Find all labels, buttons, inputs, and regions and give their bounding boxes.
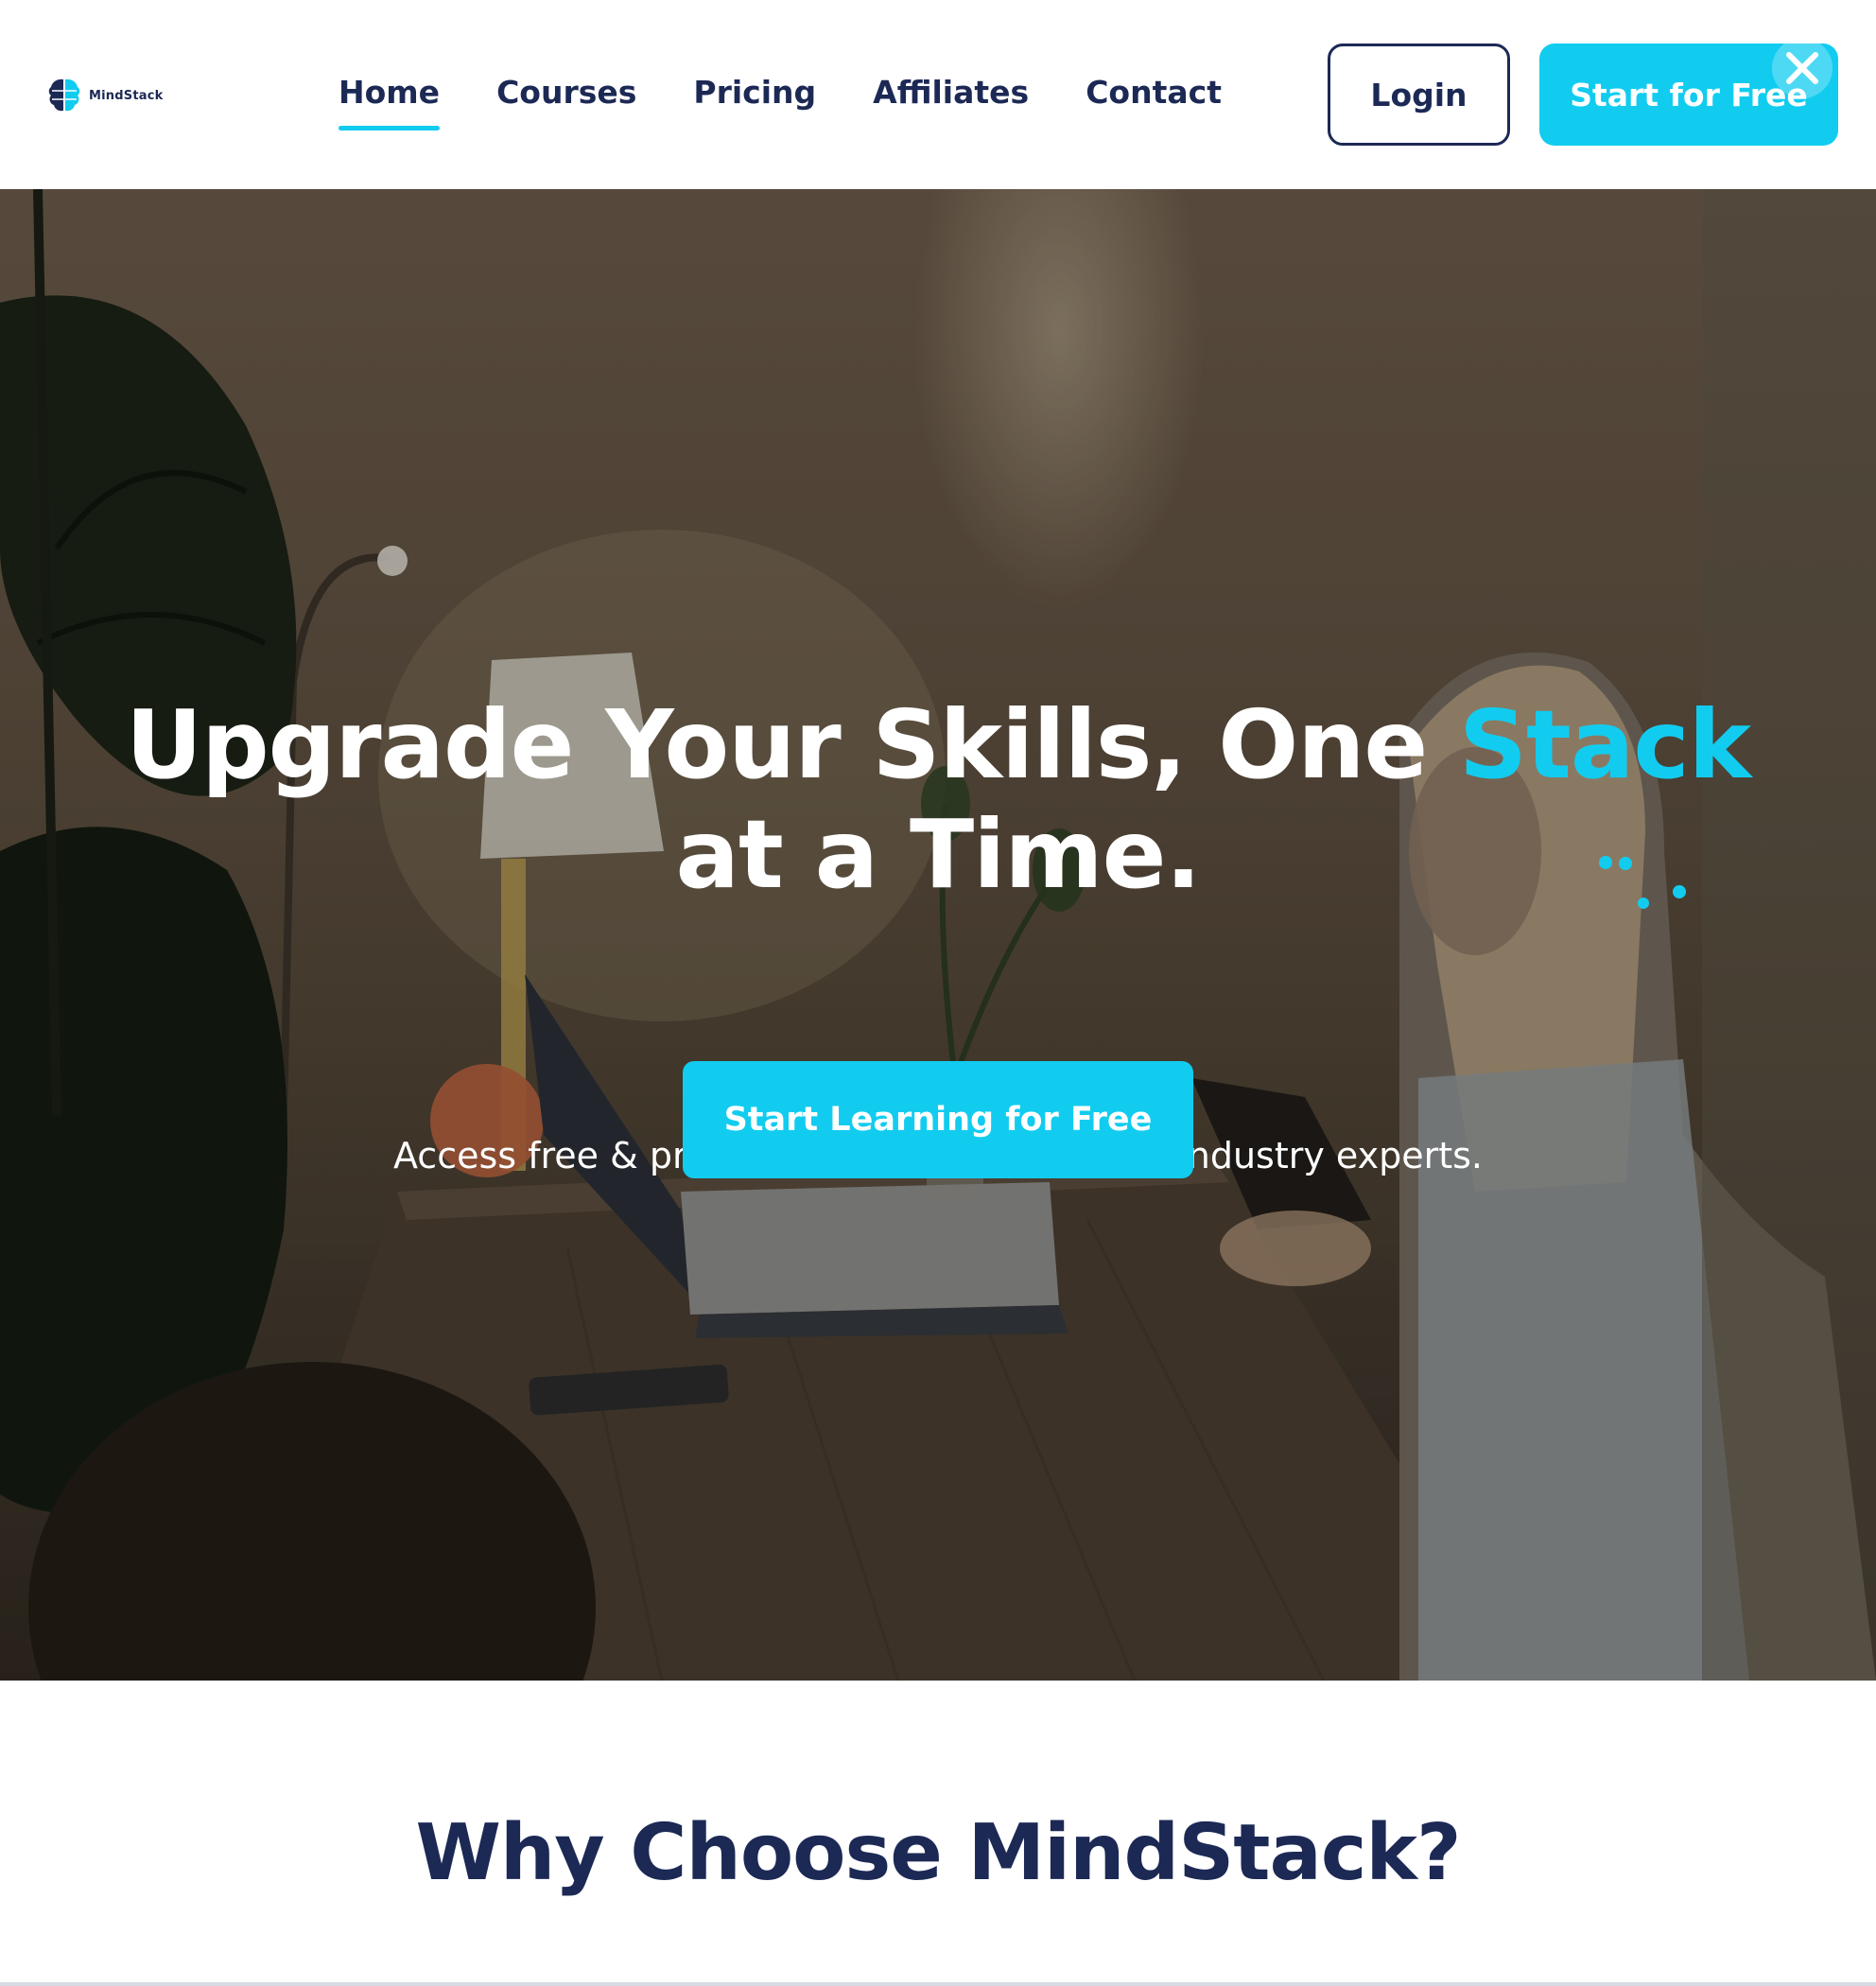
start-learning-button[interactable]: Start Learning for Free (683, 1061, 1193, 1178)
brain-stack-icon (48, 78, 80, 112)
hero-title-line-1: Upgrade Your Skills, One Stack (0, 690, 1876, 800)
logo-text: MindStack (89, 88, 164, 103)
nav-item-home[interactable]: Home (339, 64, 441, 131)
close-icon (1786, 52, 1818, 84)
nav-item-courses[interactable]: Courses (496, 64, 636, 121)
nav-item-contact[interactable]: Contact (1086, 64, 1222, 121)
section-divider (0, 1982, 1876, 1986)
main-nav: Home Courses Pricing Affiliates Contact (339, 64, 1222, 136)
hero-title-part1: Upgrade Your Skills, One (125, 689, 1460, 800)
close-button[interactable] (1772, 38, 1833, 98)
why-section-title: Why Choose MindStack? (415, 1808, 1461, 1898)
sparkle-dots-icon (1599, 856, 1686, 909)
nav-item-affiliates[interactable]: Affiliates (873, 64, 1029, 121)
hero-title-line-2: at a Time. (675, 799, 1202, 910)
site-header: MindStack Home Courses Pricing Affiliate… (0, 0, 1876, 189)
hero-title-accent: Stack (1459, 689, 1751, 800)
login-button[interactable]: Login (1328, 44, 1510, 146)
hero-title: Upgrade Your Skills, One Stack at a Time… (0, 690, 1876, 910)
logo[interactable]: MindStack (47, 76, 163, 115)
nav-item-pricing[interactable]: Pricing (693, 64, 816, 121)
hero-section: Upgrade Your Skills, One Stack at a Time… (0, 189, 1876, 1681)
hero-overlay (0, 189, 1876, 1681)
